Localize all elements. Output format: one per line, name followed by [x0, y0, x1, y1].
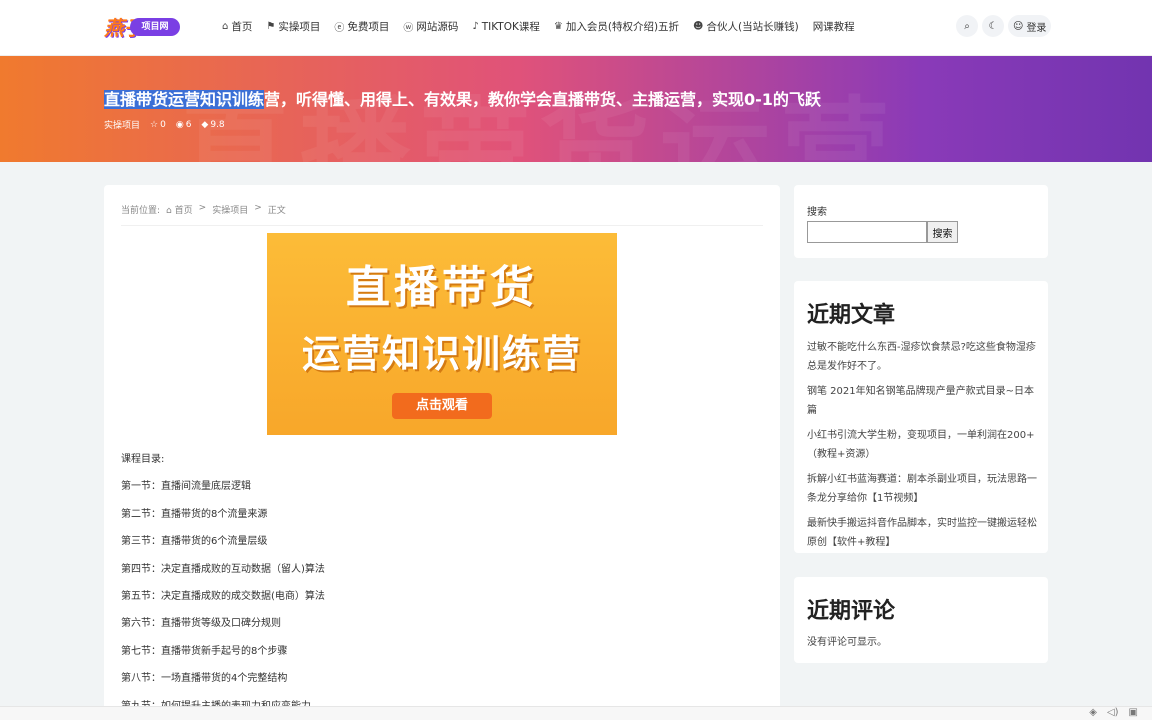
toc-line: 第八节：一场直播带货的4个完整结构: [121, 673, 288, 685]
views-meta: ◉ 6: [176, 120, 192, 130]
speaker-icon[interactable]: ◁): [1107, 707, 1119, 718]
recent-post-link[interactable]: 小红书引流大学生粉，变现项目，一单利润在200+（教程+资源）: [807, 427, 1037, 464]
toc-line: 第三节：直播带货的6个流量层级: [121, 536, 268, 548]
hero-line1: 直播带货: [346, 262, 538, 313]
eye-icon: ◉: [175, 119, 184, 130]
toc-line: 第七节：直播带货新手起号的8个步骤: [121, 645, 288, 657]
home-icon: ⌂: [166, 206, 172, 216]
recent-comments-title: 近期评论: [807, 599, 896, 624]
nav-item-tiktok[interactable]: ♪ TIKTOK课程: [472, 19, 540, 34]
nav-item-practice-projects[interactable]: ⚑ 实操项目: [266, 19, 320, 34]
lock-icon[interactable]: ▣: [1129, 707, 1138, 718]
search-widget: 搜索 搜索: [794, 185, 1048, 258]
users-icon: ☻: [693, 21, 704, 32]
toc-line: 第四节：决定直播成败的互动数据（留人)算法: [121, 563, 325, 575]
shield-icon[interactable]: ◈: [1089, 707, 1097, 718]
breadcrumb-current: 正文: [267, 206, 286, 216]
breadcrumb-category[interactable]: 实操项目: [212, 203, 248, 216]
nav-label: 加入会员(特权介绍)五折: [565, 21, 680, 33]
recent-post-link[interactable]: 过敏不能吃什么东西-湿疹饮食禁忌?吃这些食物湿疹总是发作好不了。: [807, 339, 1037, 376]
no-comments-text: 没有评论可显示。: [807, 637, 887, 648]
nav-item-free-projects[interactable]: ⓔ 免费项目: [334, 19, 389, 34]
post-meta: 实操项目 ☆ 0 ◉ 6 ◆ 9.8: [104, 118, 225, 132]
title-rest: 营，听得懂、用得上、有效果，教你学会直播带货、主播运营，实现0-1的飞跃: [264, 90, 821, 109]
article-card: 当前位置: ⌂ 首页 > 实操项目 > 正文 直播带货 运营知识训练营 点击观看…: [104, 185, 780, 720]
logo-pill: 项目网: [130, 18, 180, 36]
post-category-link[interactable]: 实操项目: [104, 118, 140, 131]
toc-line: 第一节：直播间流量底层逻辑: [121, 481, 251, 493]
nav-label: 网课教程: [812, 21, 855, 33]
stars-count: 0: [160, 119, 166, 130]
bottom-icons: ◈ ◁) ▣: [1089, 707, 1138, 718]
nav-label: 免费项目: [347, 21, 390, 33]
login-button[interactable]: ☺ 登录: [1008, 15, 1052, 37]
moon-icon: ☾: [988, 20, 998, 32]
search-submit-button[interactable]: 搜索: [927, 221, 958, 243]
nav-label: 实操项目: [278, 21, 321, 33]
recent-post-link[interactable]: 最新快手搬运抖音作品脚本，实时监控一键搬运轻松原创【软件+教程】: [807, 515, 1037, 552]
search-icon: ⌕: [964, 20, 970, 32]
recent-comments-widget: 近期评论 没有评论可显示。: [794, 577, 1048, 663]
nav-label: 首页: [231, 21, 253, 33]
toc-line: 第五节：决定直播成败的成交数据(电商）算法: [121, 591, 325, 603]
vip-icon: ♛: [553, 21, 563, 32]
breadcrumb: 当前位置: ⌂ 首页 > 实操项目 > 正文: [121, 203, 286, 216]
watch-button[interactable]: 点击观看: [392, 393, 492, 419]
divider: [121, 225, 763, 226]
site-logo[interactable]: 燕子 项目网: [104, 14, 182, 40]
theme-toggle[interactable]: ☾: [982, 15, 1004, 37]
hero-image[interactable]: 直播带货 运营知识训练营 点击观看: [267, 233, 617, 435]
wordpress-icon: ⓦ: [403, 23, 414, 34]
recent-posts-list: 过敏不能吃什么东西-湿疹饮食禁忌?吃这些食物湿疹总是发作好不了。 钢笔 2021…: [807, 339, 1037, 559]
toc-title: 课程目录:: [121, 454, 165, 465]
nav-item-partner[interactable]: ☻ 合伙人(当站长赚钱): [693, 19, 799, 34]
breadcrumb-home-label: 首页: [174, 206, 193, 216]
bottom-bar: ◈ ◁) ▣: [0, 706, 1152, 720]
breadcrumb-prefix: 当前位置:: [121, 206, 161, 216]
search-input[interactable]: [807, 221, 927, 243]
nav-label: 合伙人(当站长赚钱): [706, 21, 799, 33]
stars-meta: ☆ 0: [150, 120, 166, 130]
nav-label: 网站源码: [416, 21, 459, 33]
login-label: 登录: [1026, 22, 1047, 34]
hero-line2: 运营知识训练营: [301, 332, 582, 376]
recent-posts-title: 近期文章: [807, 303, 896, 328]
post-title: 直播带货运营知识训练营，听得懂、用得上、有效果，教你学会直播带货、主播运营，实现…: [104, 86, 821, 110]
views-count: 6: [185, 119, 192, 130]
user-icon: ☺: [1013, 20, 1024, 32]
toc-line: 第二节：直播带货的8个流量来源: [121, 508, 268, 520]
nav-item-membership[interactable]: ♛ 加入会员(特权介绍)五折: [554, 19, 679, 34]
home-icon: ⌂: [222, 21, 229, 32]
score-meta: ◆ 9.8: [201, 120, 224, 130]
recent-post-link[interactable]: 钢笔 2021年知名钢笔品牌现产量产款式目录~日本篇: [807, 383, 1037, 420]
breadcrumb-sep: >: [198, 203, 207, 213]
coins-icon: ◆: [201, 119, 209, 130]
recent-posts-widget: 近期文章 过敏不能吃什么东西-湿疹饮食禁忌?吃这些食物湿疹总是发作好不了。 钢笔…: [794, 281, 1048, 553]
search-button[interactable]: ⌕: [956, 15, 978, 37]
toc-line: 第六节：直播带货等级及口碑分规则: [121, 618, 281, 630]
title-highlight: 直播带货运营知识训练: [104, 90, 265, 109]
tiktok-icon: ♪: [472, 21, 479, 32]
top-navbar: 燕子 项目网 ⌂ 首页 ⚑ 实操项目 ⓔ 免费项目 ⓦ 网站源码 ♪ TIKTOK课程 ♛…: [0, 0, 1152, 56]
main-nav: ⌂ 首页 ⚑ 实操项目 ⓔ 免费项目 ⓦ 网站源码 ♪ TIKTOK课程 ♛ 加入会员(特权…: [222, 19, 855, 34]
flag-icon: ⚑: [266, 21, 276, 32]
post-banner: 直播带货运营 直播带货运营知识训练营，听得懂、用得上、有效果，教你学会直播带货、…: [0, 56, 1152, 162]
nav-item-source-code[interactable]: ⓦ 网站源码: [403, 19, 458, 34]
edge-icon: ⓔ: [334, 23, 345, 34]
score-value: 9.8: [210, 119, 225, 130]
breadcrumb-sep: >: [254, 203, 262, 213]
header-tools: ⌕ ☾ ☺ 登录: [956, 15, 1052, 37]
breadcrumb-home[interactable]: ⌂ 首页: [166, 203, 193, 216]
recent-post-link[interactable]: 拆解小红书蓝海赛道：剧本杀副业项目，玩法思路一条龙分享给你【1节视频】: [807, 471, 1037, 508]
star-icon: ☆: [150, 119, 159, 130]
search-label: 搜索: [807, 207, 827, 218]
nav-item-online-courses[interactable]: 网课教程: [813, 19, 855, 34]
nav-item-home[interactable]: ⌂ 首页: [222, 19, 252, 34]
article-body: 课程目录: 第一节：直播间流量底层逻辑 第二节：直播带货的8个流量来源 第三节：…: [121, 446, 325, 720]
nav-label: TIKTOK课程: [481, 21, 540, 33]
banner-watermark: 直播带货运营: [180, 86, 900, 162]
